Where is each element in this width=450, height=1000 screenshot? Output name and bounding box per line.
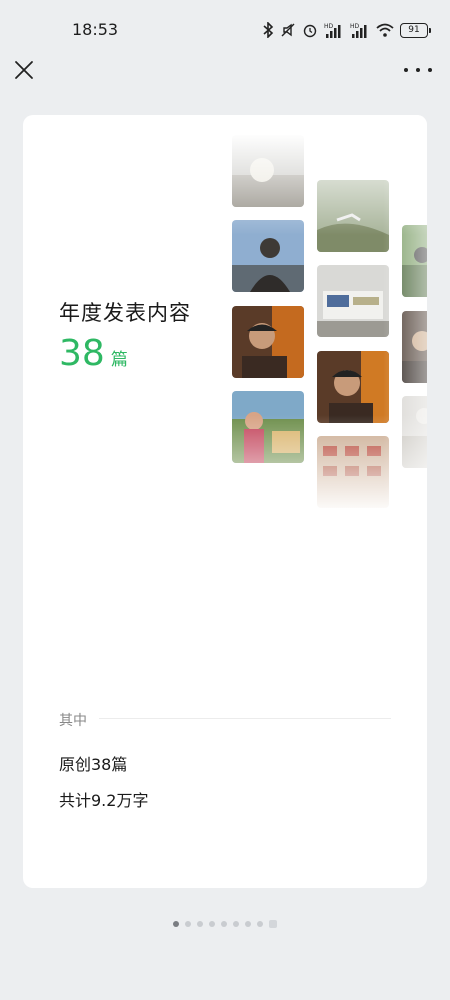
more-button[interactable] — [404, 58, 432, 82]
status-time: 18:53 — [72, 20, 119, 39]
status-icons: HD HD 91 — [262, 20, 431, 40]
top-nav — [0, 52, 450, 92]
page-dot[interactable] — [269, 920, 277, 928]
alarm-icon — [303, 24, 317, 38]
mute-icon — [281, 23, 295, 37]
stat-words: 共计9.2万字 — [59, 791, 149, 810]
summary-card: 年度发表内容 38 篇 其中 原创38篇 共计9.2万字 — [23, 115, 427, 888]
bluetooth-icon — [263, 22, 274, 38]
page-dot[interactable] — [209, 921, 215, 927]
wifi-icon — [376, 23, 394, 37]
battery-icon: 91 — [400, 22, 431, 38]
page-dot[interactable] — [173, 921, 179, 927]
page-indicator — [0, 920, 450, 928]
svg-text:HD: HD — [350, 23, 360, 30]
photo-thumbnail — [232, 306, 304, 378]
close-icon — [15, 61, 33, 79]
svg-text:HD: HD — [324, 23, 334, 30]
page-dot[interactable] — [221, 921, 227, 927]
photo-thumbnail — [317, 265, 389, 337]
post-count-unit: 篇 — [110, 350, 128, 370]
hd-signal-icon: HD — [324, 23, 341, 38]
page-title: 年度发表内容 — [59, 301, 191, 325]
close-button[interactable] — [12, 58, 36, 82]
status-bar: 18:53 HD HD 91 — [0, 0, 450, 60]
divider — [99, 718, 391, 719]
page-dot[interactable] — [185, 921, 191, 927]
page-dot[interactable] — [197, 921, 203, 927]
page-dot[interactable] — [233, 921, 239, 927]
photo-thumbnail — [317, 351, 389, 423]
page-dot[interactable] — [257, 921, 263, 927]
section-label: 其中 — [59, 713, 87, 729]
stat-original: 原创38篇 — [59, 755, 128, 774]
more-icon — [404, 68, 408, 72]
page-dot[interactable] — [245, 921, 251, 927]
hd-signal-icon: HD — [350, 23, 367, 38]
post-count: 38 篇 — [59, 333, 128, 374]
post-count-number: 38 — [59, 333, 105, 374]
